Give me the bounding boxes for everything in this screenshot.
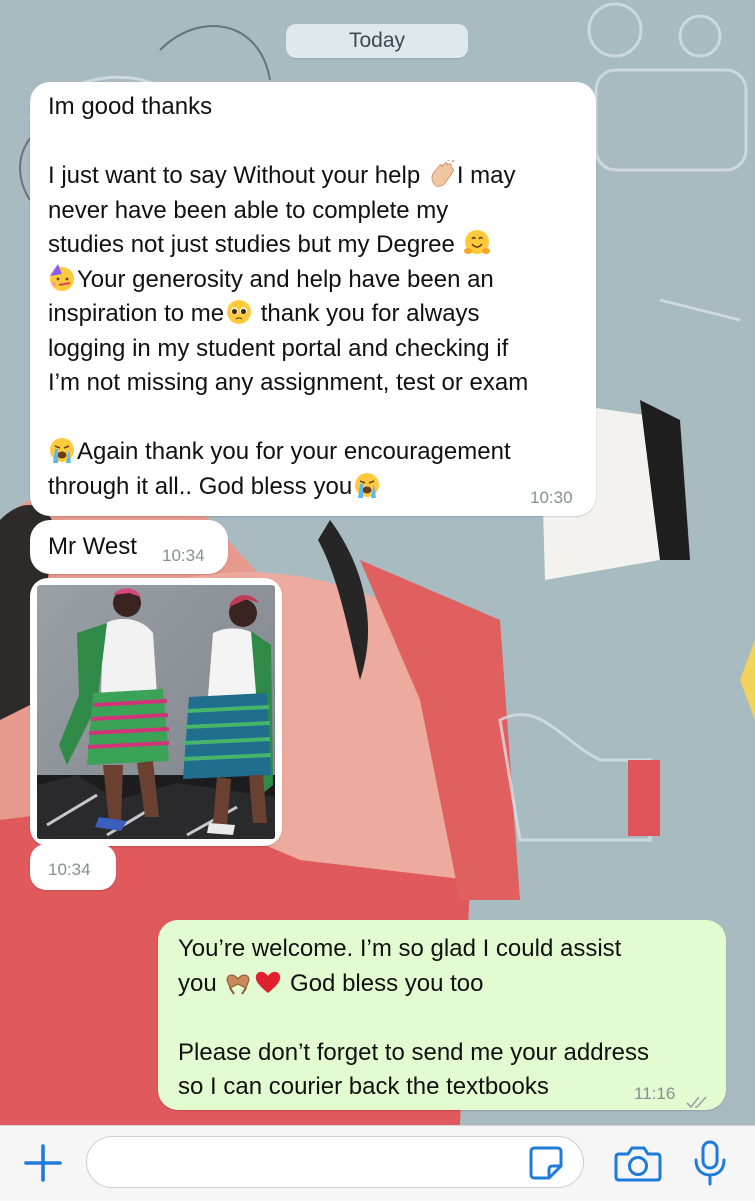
incoming-message-bubble[interactable]: Mr West 10:34 [30, 520, 228, 574]
outgoing-message-bubble[interactable]: You’re welcome. I’m so glad I could assi… [158, 920, 726, 1110]
message-line: never have been able to complete my [48, 196, 449, 224]
message-line: you God bless you too [178, 968, 484, 997]
message-line [48, 125, 578, 160]
clapping-hands-emoji [428, 157, 456, 188]
partying-face-emoji [48, 263, 76, 292]
attach-plus-icon[interactable] [20, 1140, 66, 1186]
message-timestamp: 10:30 [530, 488, 573, 507]
heart-hands-emoji [224, 968, 252, 996]
camera-icon[interactable] [614, 1140, 662, 1186]
message-text: Mr West [48, 533, 137, 560]
message-input-bar [0, 1125, 755, 1201]
message-input[interactable] [86, 1136, 584, 1188]
message-line: Your generosity and help have been an [48, 263, 578, 298]
message-line [48, 401, 578, 436]
pleading-face-emoji [225, 298, 253, 326]
red-heart-emoji [254, 968, 282, 996]
photo-two-women-dancing[interactable] [37, 585, 275, 839]
message-text: You’re welcome. I’m so glad I could assi… [178, 932, 708, 1105]
loudly-crying-face-emoji [353, 471, 381, 499]
hugging-face-emoji [463, 229, 491, 257]
message-line: inspiration to me thank you for always [48, 298, 480, 327]
message-timestamp: 10:34 [48, 860, 91, 879]
image-message-bubble[interactable] [30, 578, 282, 846]
message-line: Again thank you for your encouragement [48, 435, 578, 470]
message-line: logging in my student portal and checkin… [48, 334, 509, 362]
message-line: through it all.. God bless you [48, 470, 578, 505]
read-receipt-icon [686, 1086, 710, 1121]
message-line: so I can courier back the textbooks [178, 1073, 549, 1100]
message-line: Im good thanks [48, 93, 213, 120]
incoming-message-bubble[interactable]: Im good thanks I just want to say Withou… [30, 82, 596, 516]
sticker-icon[interactable] [527, 1144, 565, 1182]
image-timestamp-bubble: 10:34 [30, 844, 116, 890]
message-line: I’m not missing any assignment, test or … [48, 369, 529, 396]
message-line: I just want to say Without your help I m… [48, 157, 578, 194]
message-line: studies not just studies but my Degree [48, 228, 578, 263]
date-separator: Today [286, 24, 468, 58]
message-timestamp: 10:34 [162, 546, 205, 565]
message-timestamp: 11:16 [634, 1084, 676, 1103]
microphone-icon[interactable] [690, 1138, 730, 1188]
message-line [178, 1001, 708, 1036]
message-line: Please don’t forget to send me your addr… [178, 1038, 649, 1066]
message-text: Im good thanks I just want to say Withou… [48, 90, 578, 504]
message-line: You’re welcome. I’m so glad I could assi… [178, 935, 622, 962]
loudly-crying-face-emoji [48, 436, 76, 464]
